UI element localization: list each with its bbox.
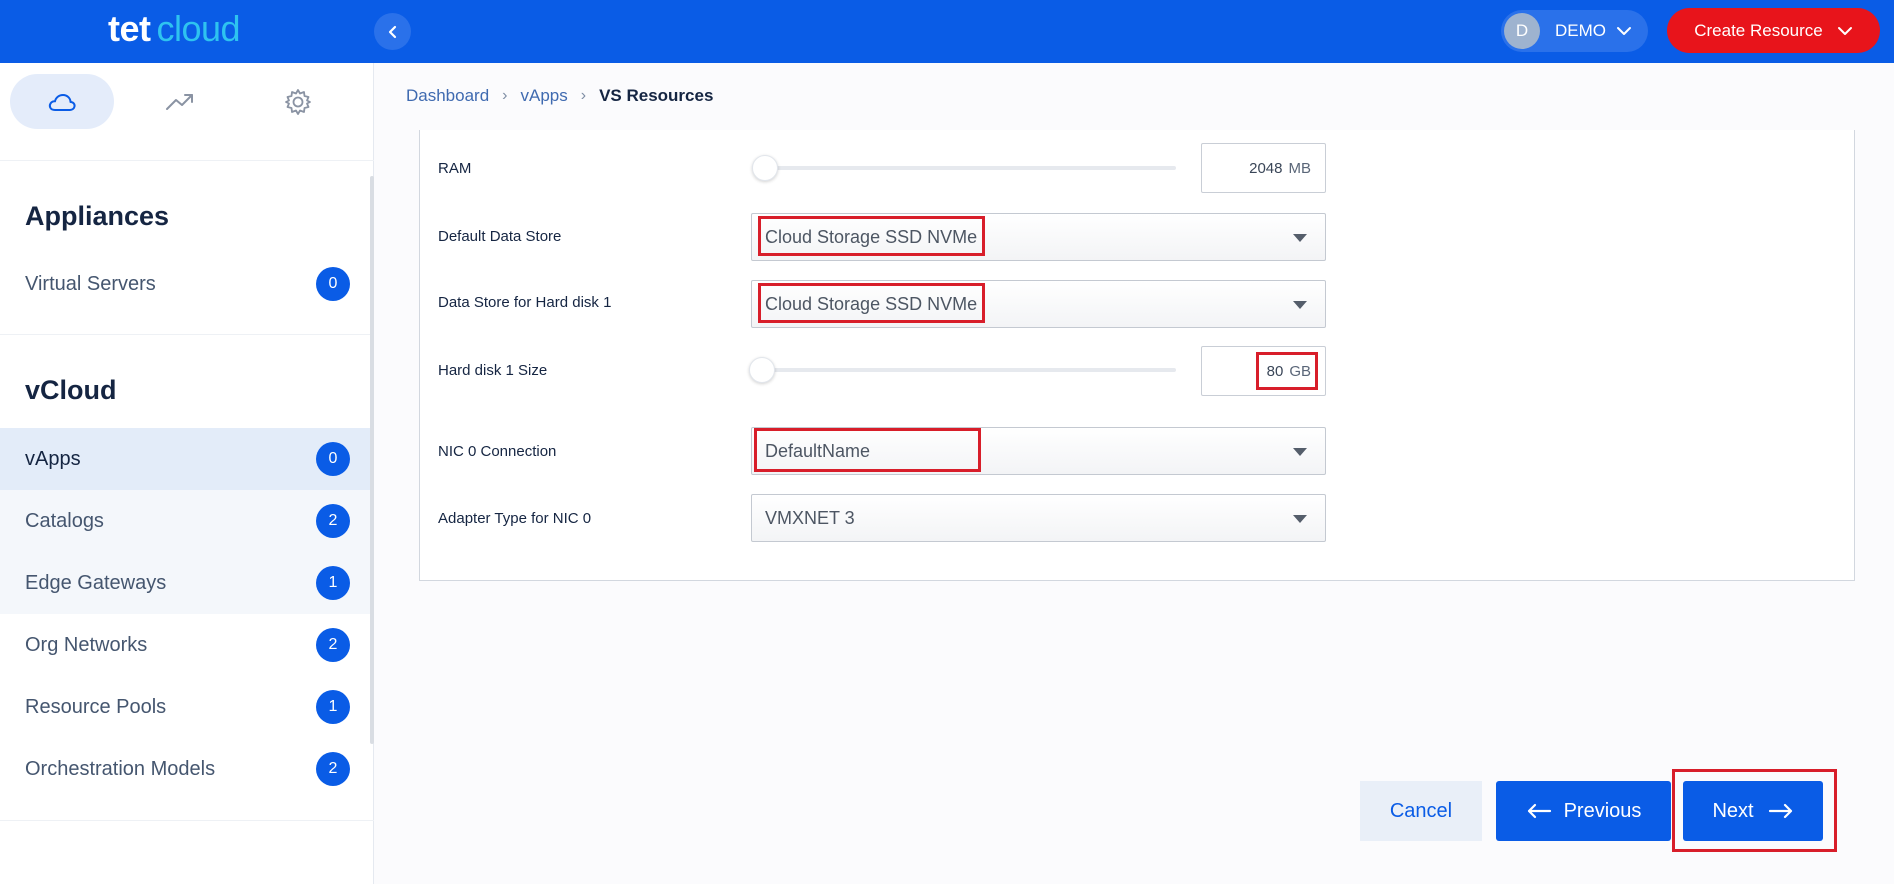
ram-value: 2048: [1249, 159, 1283, 177]
breadcrumb-chevron-icon: ›: [580, 87, 587, 104]
hd1-size-slider-thumb[interactable]: [749, 357, 775, 383]
breadcrumb-dashboard[interactable]: Dashboard: [406, 86, 489, 106]
tab-cloud[interactable]: [10, 74, 114, 129]
previous-label: Previous: [1563, 799, 1642, 822]
sidebar-item-label: Edge Gateways: [25, 571, 167, 594]
top-bar: tet cloud D DEMO Create Resource: [0, 0, 1894, 63]
ram-input[interactable]: 2048 MB: [1201, 143, 1326, 193]
dropdown-caret-icon: [1293, 448, 1307, 456]
dropdown-caret-icon: [1293, 301, 1307, 309]
count-badge: 0: [316, 267, 350, 301]
create-resource-button[interactable]: Create Resource: [1667, 8, 1880, 53]
ram-slider-track[interactable]: [752, 166, 1176, 170]
sidebar-item-orchestration-models[interactable]: Orchestration Models 2: [0, 738, 374, 800]
trending-up-icon: [166, 93, 193, 110]
breadcrumb-vapps[interactable]: vApps: [521, 86, 568, 106]
count-badge: 2: [316, 628, 350, 662]
breadcrumb-current: VS Resources: [599, 86, 714, 105]
sidebar-item-label: Orchestration Models: [25, 757, 216, 780]
hd1-size-value: 80: [1266, 362, 1284, 380]
next-button[interactable]: Next: [1683, 781, 1823, 841]
nic0-adapter-select[interactable]: VMXNET 3: [751, 494, 1326, 542]
hd1-size-slider-track[interactable]: [752, 368, 1176, 372]
section-divider: [0, 820, 374, 821]
sidebar-item-virtual-servers[interactable]: Virtual Servers 0: [0, 253, 374, 315]
breadcrumb-chevron-icon: ›: [502, 87, 508, 104]
dropdown-caret-icon: [1293, 515, 1307, 523]
avatar: D: [1504, 13, 1540, 49]
cancel-button[interactable]: Cancel: [1360, 781, 1482, 841]
chevron-left-icon: [388, 25, 396, 38]
create-resource-label: Create Resource: [1694, 20, 1823, 40]
chevron-down-icon: [1837, 21, 1853, 41]
nic0-adapter-value: VMXNET 3: [765, 507, 855, 528]
count-badge: 2: [316, 504, 350, 538]
nic0-connection-label: NIC 0 Connection: [438, 443, 557, 460]
next-label: Next: [1712, 799, 1754, 822]
sidebar-tabs: [0, 63, 374, 161]
breadcrumb: Dashboard › vApps › VS Resources: [406, 86, 713, 106]
collapse-sidebar-button[interactable]: [374, 13, 411, 50]
sidebar-item-label: vApps: [25, 447, 81, 470]
count-badge: 1: [316, 690, 350, 724]
logo-main-text: tet: [108, 8, 151, 49]
cloud-icon: [48, 93, 76, 111]
user-name: DEMO: [1555, 21, 1606, 40]
sidebar: Appliances Virtual Servers 0 vCloud vApp…: [0, 63, 374, 884]
chevron-down-icon: [1616, 26, 1632, 36]
nic0-adapter-label: Adapter Type for NIC 0: [438, 510, 592, 527]
dropdown-caret-icon: [1293, 234, 1307, 242]
default-data-store-label: Default Data Store: [438, 228, 562, 245]
arrow-right-icon: [1768, 803, 1792, 819]
sidebar-item-resource-pools[interactable]: Resource Pools 1: [0, 676, 374, 738]
appliances-section-title: Appliances: [25, 201, 170, 231]
hd1-size-input[interactable]: 80 GB: [1201, 346, 1326, 396]
sidebar-item-label: Virtual Servers: [25, 272, 156, 295]
ram-unit: MB: [1288, 159, 1312, 177]
sidebar-item-label: Org Networks: [25, 633, 148, 656]
previous-button[interactable]: Previous: [1496, 781, 1671, 841]
hd1-size-unit: GB: [1289, 362, 1311, 380]
ram-slider-thumb[interactable]: [752, 155, 778, 181]
logo-sub-text: cloud: [156, 8, 241, 49]
ram-label: RAM: [438, 160, 472, 177]
section-divider: [0, 334, 374, 335]
nic0-connection-select[interactable]: DefaultName: [751, 427, 1326, 475]
count-badge: 1: [316, 566, 350, 600]
vcloud-section-title: vCloud: [25, 375, 117, 405]
data-store-hd1-value: Cloud Storage SSD NVMe: [765, 293, 978, 314]
sidebar-item-label: Catalogs: [25, 509, 104, 532]
sidebar-item-catalogs[interactable]: Catalogs 2: [0, 490, 374, 552]
data-store-hd1-select[interactable]: Cloud Storage SSD NVMe: [751, 280, 1326, 328]
user-menu-button[interactable]: D DEMO: [1501, 10, 1648, 52]
nic0-connection-value: DefaultName: [765, 440, 871, 461]
default-data-store-value: Cloud Storage SSD NVMe: [765, 226, 978, 247]
gear-icon: [285, 88, 311, 115]
tab-settings[interactable]: [246, 74, 350, 129]
hd1-size-label: Hard disk 1 Size: [438, 362, 548, 379]
data-store-hd1-label: Data Store for Hard disk 1: [438, 294, 612, 311]
tet-cloud-logo[interactable]: tet cloud: [108, 8, 241, 50]
sidebar-item-label: Resource Pools: [25, 695, 167, 718]
default-data-store-select[interactable]: Cloud Storage SSD NVMe: [751, 213, 1326, 261]
sidebar-item-org-networks[interactable]: Org Networks 2: [0, 614, 374, 676]
tab-monitoring[interactable]: [128, 74, 232, 129]
arrow-left-icon: [1527, 803, 1551, 819]
sidebar-scrollbar[interactable]: [370, 176, 374, 744]
count-badge: 2: [316, 752, 350, 786]
count-badge: 0: [316, 442, 350, 476]
cancel-label: Cancel: [1389, 799, 1453, 822]
sidebar-item-edge-gateways[interactable]: Edge Gateways 1: [0, 552, 374, 614]
sidebar-item-vapps[interactable]: vApps 0: [0, 428, 374, 490]
